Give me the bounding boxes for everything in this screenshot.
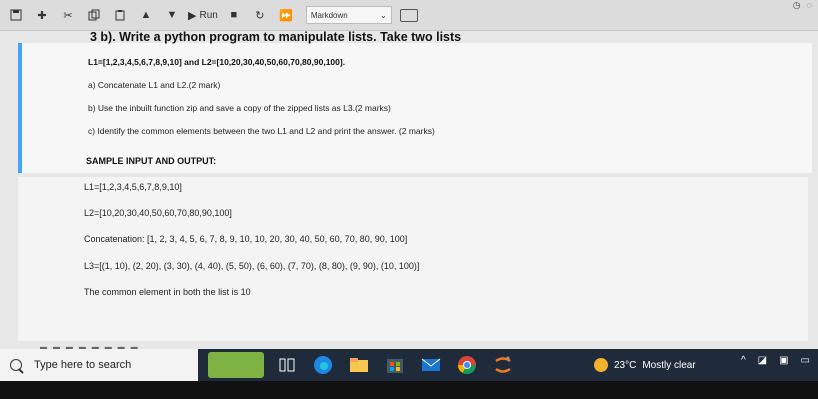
search-placeholder: Type here to search xyxy=(34,359,132,371)
paste-icon[interactable] xyxy=(110,5,130,25)
search-highlight-icon[interactable] xyxy=(208,352,264,378)
question-title: 3 b). Write a python program to manipula… xyxy=(90,30,462,44)
jupyter-icon[interactable] xyxy=(490,352,516,378)
markdown-cell-sample[interactable] xyxy=(18,177,808,341)
copy-icon[interactable] xyxy=(84,5,104,25)
move-up-icon[interactable]: ▲ xyxy=(136,5,156,25)
sample-common: The common element in both the list is 1… xyxy=(84,287,251,297)
sample-l2: L2=[10,20,30,40,50,60,70,80,90,100] xyxy=(84,208,232,218)
stop-icon[interactable]: ■ xyxy=(224,5,244,25)
run-button[interactable]: ▶ Run xyxy=(188,5,218,25)
save-icon[interactable] xyxy=(6,5,26,25)
user-icon[interactable]: ◌ xyxy=(807,0,812,11)
weather-desc: Mostly clear xyxy=(642,359,696,371)
question-part-c: c) Identify the common elements between … xyxy=(88,126,435,136)
screen-bezel xyxy=(0,381,818,399)
play-icon: ▶ xyxy=(188,9,197,22)
chrome-icon[interactable] xyxy=(454,352,480,378)
tray-expand-icon[interactable]: ^ xyxy=(741,355,746,366)
cell-type-select[interactable]: Markdown ⌄ xyxy=(305,6,392,24)
add-cell-icon[interactable]: ✚ xyxy=(32,5,52,25)
cell-type-value: Markdown xyxy=(310,10,348,20)
notebook-toolbar: ✚ ✂ ▲ ▼ ▶ Run ■ ↻ ⏩ Markdown ⌄ ◷ ◌ xyxy=(0,0,818,31)
sample-l3: L3=[(1, 10), (2, 20), (3, 30), (4, 40), … xyxy=(84,261,420,271)
task-view-icon[interactable] xyxy=(274,352,300,378)
weather-widget[interactable]: 23°C Mostly clear xyxy=(594,358,696,372)
weather-temp: 23°C xyxy=(614,359,637,371)
network-icon[interactable]: ◪ xyxy=(758,355,767,366)
battery-icon[interactable]: ▭ xyxy=(801,355,810,366)
chevron-down-icon: ⌄ xyxy=(380,10,387,20)
system-tray: ^ ◪ ▣ ▭ xyxy=(741,355,810,366)
run-label: Run xyxy=(199,9,218,21)
file-explorer-icon[interactable] xyxy=(346,352,372,378)
search-icon xyxy=(10,359,22,371)
restart-icon[interactable]: ↻ xyxy=(250,5,270,25)
cut-icon[interactable]: ✂ xyxy=(58,5,78,25)
question-part-b: b) Use the inbuilt function zip and save… xyxy=(88,103,391,113)
taskbar-search[interactable]: Type here to search xyxy=(0,349,198,381)
sample-concatenation: Concatenation: [1, 2, 3, 4, 5, 6, 7, 8, … xyxy=(84,234,408,244)
question-lists: L1=[1,2,3,4,5,6,7,8,9,10] and L2=[10,20,… xyxy=(88,57,346,67)
sample-heading: SAMPLE INPUT AND OUTPUT: xyxy=(86,156,217,166)
move-down-icon[interactable]: ▼ xyxy=(162,5,182,25)
fast-forward-icon[interactable]: ⏩ xyxy=(276,5,296,25)
history-icon[interactable]: ◷ xyxy=(793,0,801,11)
toolbar-right-icons: ◷ ◌ xyxy=(793,0,812,11)
question-part-a: a) Concatenate L1 and L2.(2 mark) xyxy=(88,80,221,90)
edge-icon[interactable] xyxy=(310,352,336,378)
weather-icon xyxy=(594,358,608,372)
sample-l1: L1=[1,2,3,4,5,6,7,8,9,10] xyxy=(84,182,182,192)
display-icon[interactable]: ▣ xyxy=(779,355,788,366)
mail-icon[interactable] xyxy=(418,352,444,378)
keyboard-icon[interactable] xyxy=(399,8,418,22)
store-icon[interactable] xyxy=(382,352,408,378)
